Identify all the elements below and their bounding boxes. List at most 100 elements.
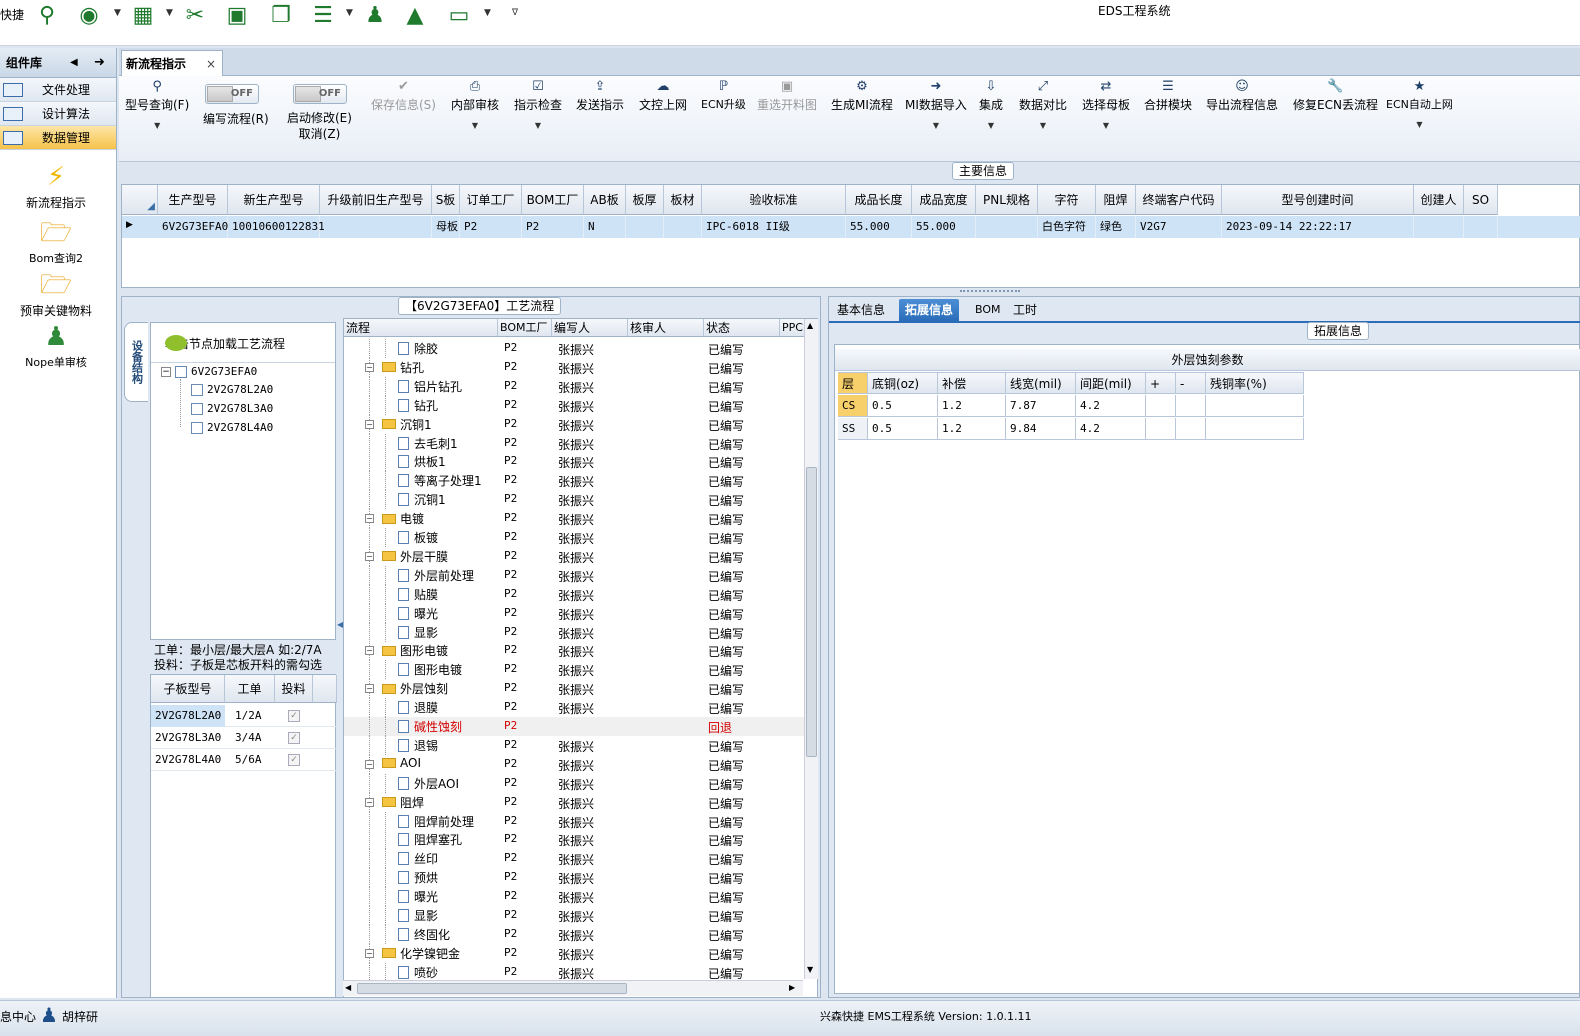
table-row[interactable]: 外层AOI P2 张振兴 已编写 — [344, 773, 804, 793]
grid-corner[interactable]: ◢ — [122, 185, 158, 215]
process-node[interactable]: 退膜 — [398, 699, 438, 716]
process-node[interactable]: 终固化 — [398, 926, 450, 943]
collapse-left-icon[interactable]: ◀ — [70, 57, 78, 68]
collapse-icon[interactable]: − — [365, 514, 374, 524]
table-cell[interactable]: 9.84 — [1006, 418, 1076, 440]
table-row[interactable]: − 沉铜1 P2 张振兴 已编写 — [344, 414, 804, 434]
process-node[interactable]: 板镀 — [398, 529, 438, 546]
table-row[interactable]: 曝光 P2 张振兴 已编写 — [344, 887, 804, 907]
table-row[interactable]: 喷砂 P2 张振兴 已编写 — [344, 962, 804, 982]
save-info-button[interactable]: ✔ 保存信息(S) — [371, 78, 436, 113]
feed-checkbox[interactable]: ✓ — [288, 710, 300, 722]
table-row[interactable]: 外层前处理 P2 张振兴 已编写 — [344, 565, 804, 585]
table-cell[interactable]: CS — [838, 395, 868, 417]
column-header[interactable]: 补偿 — [938, 372, 1006, 394]
table-row[interactable]: 2V2G78L2A0 1/2A ✓ — [151, 705, 337, 727]
table-row[interactable]: 钻孔 P2 张振兴 已编写 — [344, 395, 804, 415]
table-row[interactable]: 贴膜 P2 张振兴 已编写 — [344, 584, 804, 604]
table-row[interactable]: 碱性蚀刻 P2 回退 — [344, 717, 804, 736]
chevron-down-icon[interactable]: ▼ — [979, 121, 1003, 130]
scrollbar-thumb[interactable] — [357, 983, 627, 994]
checkbox[interactable] — [175, 365, 187, 378]
table-row[interactable]: 阻焊塞孔 P2 张振兴 已编写 — [344, 830, 804, 850]
table-row[interactable]: − 钻孔 P2 张振兴 已编写 — [344, 357, 804, 377]
process-node[interactable]: 预烘 — [398, 869, 438, 886]
process-node[interactable]: 阻焊前处理 — [398, 813, 474, 830]
close-icon[interactable]: × — [206, 57, 216, 71]
process-node[interactable]: 烘板1 — [398, 453, 446, 470]
internal-review-button[interactable]: ⎙ 内部审核 ▼ — [451, 78, 499, 130]
collapse-icon[interactable]: − — [365, 684, 374, 694]
table-cell[interactable] — [1206, 418, 1304, 440]
column-header[interactable]: 板厚 — [626, 185, 664, 215]
table-row[interactable]: 退膜 P2 张振兴 已编写 — [344, 698, 804, 718]
collapse-icon[interactable]: − — [365, 948, 374, 958]
search-icon[interactable]: ⚲ — [34, 2, 60, 28]
column-header[interactable]: 字符 — [1038, 185, 1096, 215]
splitter-arrow-icon[interactable]: ◀ — [337, 620, 343, 650]
chevron-down-icon[interactable]: ▼ — [346, 8, 353, 18]
scroll-right-icon[interactable]: ▶ — [789, 983, 795, 992]
launcher-nope-review[interactable]: ♟ Nope单审核 — [0, 322, 112, 370]
collapse-icon[interactable]: − — [365, 759, 374, 769]
checkbox[interactable] — [191, 421, 203, 434]
select-mother-board-button[interactable]: ⇄ 选择母板 ▼ — [1082, 78, 1130, 130]
feed-checkbox[interactable]: ✓ — [288, 732, 300, 744]
merge-module-button[interactable]: ☰ 合拼模块 — [1144, 78, 1192, 113]
table-row[interactable]: 图形电镀 P2 张振兴 已编写 — [344, 660, 804, 680]
table-row[interactable]: 沉铜1 P2 张振兴 已编写 — [344, 490, 804, 510]
column-header[interactable]: BOM工厂 — [498, 319, 552, 337]
table-row[interactable]: 2V2G78L4A0 5/6A ✓ — [151, 749, 337, 771]
column-header[interactable]: 核审人 — [628, 319, 704, 337]
scissors-icon[interactable]: ✂ — [182, 2, 208, 28]
process-node[interactable]: 化学镍钯金 — [382, 945, 460, 962]
table-row[interactable]: ▶ 6V2G73EFA0 10010600122831 母板 P2 P2 N IPC-601… — [122, 216, 1580, 238]
tab-basic-info[interactable]: 基本信息 — [831, 299, 891, 321]
column-header[interactable]: 编写人 — [552, 319, 628, 337]
column-header[interactable]: 流程 — [344, 319, 498, 337]
table-cell[interactable]: 4.2 — [1076, 418, 1146, 440]
table-cell[interactable] — [1206, 395, 1304, 417]
scroll-up-icon[interactable]: ▲ — [807, 321, 813, 330]
table-cell[interactable]: 4.2 — [1076, 395, 1146, 417]
horizontal-scrollbar[interactable]: ◀ ▶ — [343, 980, 803, 996]
column-header[interactable]: - — [1176, 372, 1206, 394]
column-header[interactable]: 生产型号 — [158, 185, 228, 215]
table-row[interactable]: − 外层干膜 P2 张振兴 已编写 — [344, 546, 804, 566]
generate-mi-button[interactable]: ⚙ 生成MI流程 — [831, 78, 893, 113]
scrollbar-thumb[interactable] — [806, 467, 817, 757]
customize-dropdown-icon[interactable]: ∇ — [512, 8, 518, 18]
table-row[interactable]: − 电镀 P2 张振兴 已编写 — [344, 509, 804, 529]
table-row[interactable]: 铝片钻孔 P2 张振兴 已编写 — [344, 376, 804, 396]
column-header[interactable]: 层 — [838, 372, 868, 394]
process-node[interactable]: 外层蚀刻 — [382, 680, 448, 697]
scroll-left-icon[interactable]: ◀ — [345, 983, 351, 992]
table-row[interactable]: 等离子处理1 P2 张振兴 已编写 — [344, 471, 804, 491]
model-query-button[interactable]: ⚲ 型号查询(F) ▼ — [125, 78, 189, 130]
chevron-down-icon[interactable]: ▼ — [514, 121, 562, 130]
message-center-label[interactable]: 息中心 — [0, 1008, 36, 1025]
collapse-icon[interactable]: − — [365, 551, 374, 561]
sub-board-order[interactable]: 1/2A — [231, 705, 262, 727]
ecn-upgrade-button[interactable]: ℙ ECN升级 — [701, 78, 746, 112]
table-row[interactable]: 丝印 P2 张振兴 已编写 — [344, 849, 804, 869]
table-row[interactable]: − AOI P2 张振兴 已编写 — [344, 754, 804, 774]
table-row[interactable]: − 图形电镀 P2 张振兴 已编写 — [344, 641, 804, 661]
mi-import-button[interactable]: ➜ MI数据导入 ▼ — [905, 78, 967, 130]
process-node[interactable]: 曝光 — [398, 605, 438, 622]
process-node[interactable]: 图形电镀 — [382, 642, 448, 659]
table-cell[interactable]: 0.5 — [868, 418, 938, 440]
sub-board-order[interactable]: 3/4A — [231, 727, 262, 749]
column-header[interactable]: 创建人 — [1414, 185, 1464, 215]
tab-equipment-structure[interactable]: 设备结构 — [124, 322, 148, 402]
collapse-icon[interactable]: − — [161, 366, 171, 377]
process-node[interactable]: 电镀 — [382, 510, 424, 527]
process-node[interactable]: 退锡 — [398, 737, 438, 754]
column-header[interactable]: 线宽(mil) — [1006, 372, 1076, 394]
process-node[interactable]: 钻孔 — [382, 359, 424, 376]
table-row[interactable]: − 外层蚀刻 P2 张振兴 已编写 — [344, 679, 804, 699]
chevron-down-icon[interactable]: ▼ — [125, 121, 189, 130]
table-row[interactable]: 板镀 P2 张振兴 已编写 — [344, 528, 804, 547]
tree-node-root[interactable]: − 6V2G73EFA0 — [161, 365, 257, 378]
column-header[interactable]: 新生产型号 — [228, 185, 320, 215]
